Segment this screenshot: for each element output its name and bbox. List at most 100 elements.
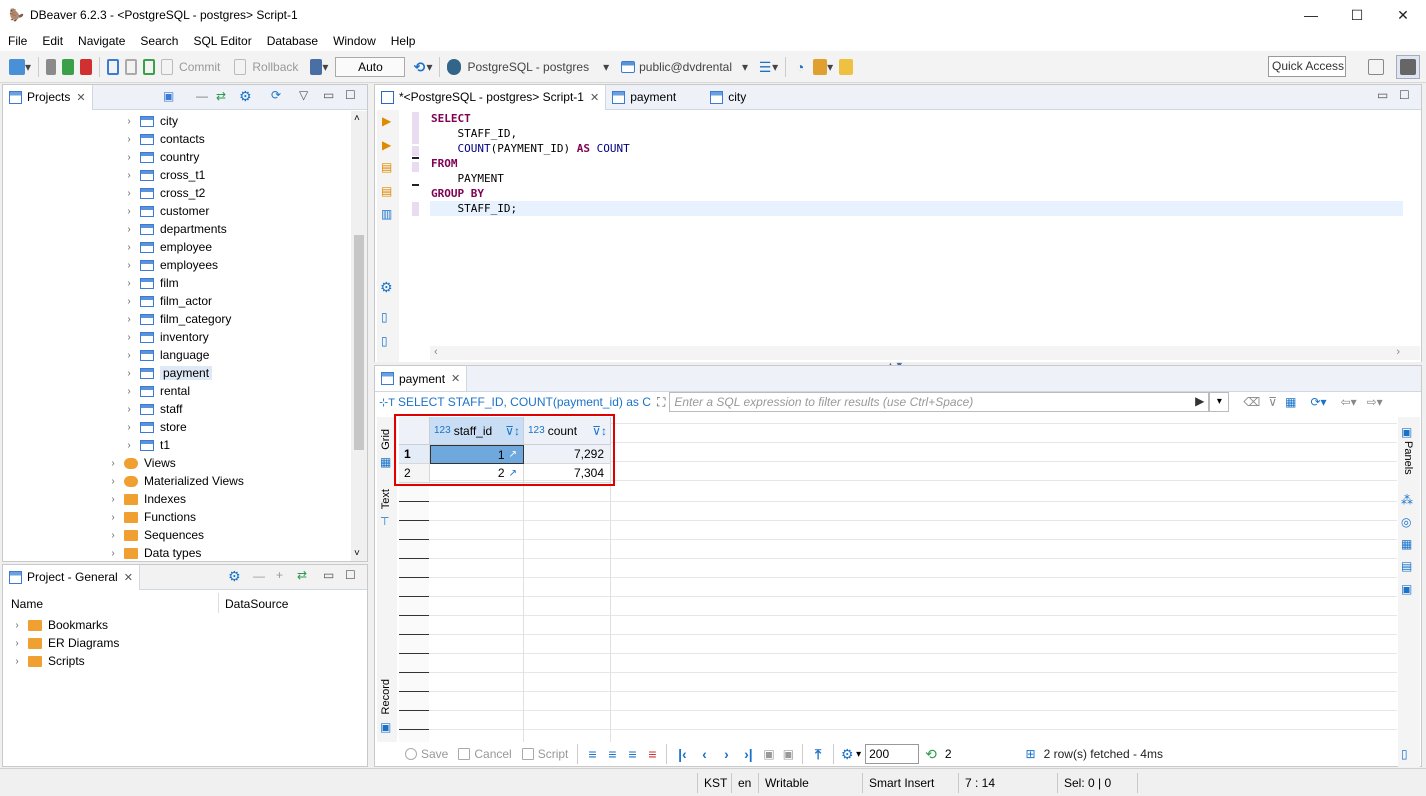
col-header-datasource[interactable]: DataSource (225, 597, 288, 611)
chevron-right-icon[interactable]: › (123, 422, 135, 433)
text-icon[interactable]: ⊤ (380, 515, 390, 528)
menu-edit[interactable]: Edit (34, 34, 70, 48)
chevron-right-icon[interactable]: › (123, 368, 135, 379)
scroll-down-icon[interactable]: ˅ (354, 548, 360, 559)
tree-item-er-diagrams[interactable]: › ER Diagrams (11, 634, 119, 652)
tree-item-views[interactable]: › Views (107, 454, 175, 472)
chevron-right-icon[interactable]: › (123, 242, 135, 253)
filter-icon[interactable]: ⊽ (1268, 395, 1277, 409)
grouping-icon[interactable]: ▤ (1401, 559, 1412, 573)
menu-help[interactable]: Help (383, 34, 423, 48)
gear-icon[interactable]: ⚙ (380, 279, 393, 296)
add-icon[interactable]: + (276, 568, 283, 582)
tree-item-indexes[interactable]: › Indexes (107, 490, 186, 508)
chevron-right-icon[interactable]: › (123, 224, 135, 235)
tree-item-film-actor[interactable]: › film_actor (123, 292, 212, 310)
chevron-right-icon[interactable]: › (123, 134, 135, 145)
invalidate-button[interactable] (59, 55, 77, 79)
tree-item-t1[interactable]: › t1 (123, 436, 170, 454)
chevron-right-icon[interactable]: › (123, 206, 135, 217)
transaction-isolation-button[interactable]: ▾ (307, 55, 331, 79)
fetch-size-input[interactable]: 200 (865, 744, 920, 764)
load-script-icon[interactable]: ▯ (381, 334, 388, 348)
chevron-right-icon[interactable]: › (11, 620, 23, 631)
tree-item-scripts[interactable]: › Scripts (11, 652, 84, 670)
add-row-icon[interactable]: ≡ (605, 747, 619, 761)
edit-cell-icon[interactable]: ≡ (585, 747, 599, 761)
minimize-panel-icon[interactable]: ▭ (1377, 88, 1388, 102)
connect-button[interactable] (43, 55, 59, 79)
tree-item-departments[interactable]: › departments (123, 220, 226, 238)
close-icon[interactable]: ✕ (124, 571, 133, 584)
tab-results-payment[interactable]: payment ✕ (375, 366, 468, 391)
tree-item-bookmarks[interactable]: › Bookmarks (11, 616, 108, 634)
minimize-panel-icon[interactable]: ▭ (323, 88, 334, 102)
references-icon[interactable]: ▣ (1401, 582, 1412, 596)
cancel-button[interactable]: Cancel (453, 747, 516, 761)
execute-script-icon[interactable]: ▤ (381, 160, 392, 174)
chevron-right-icon[interactable]: › (107, 530, 119, 541)
menu-database[interactable]: Database (259, 34, 325, 48)
tree-item-cross-t2[interactable]: › cross_t2 (123, 184, 205, 202)
refresh-icon[interactable]: ⟳ (271, 88, 281, 102)
execute-statement-icon[interactable]: ▶ (382, 114, 391, 128)
chevron-right-icon[interactable]: › (123, 386, 135, 397)
tab-projects[interactable]: Projects ✕ (3, 84, 93, 110)
maximize-panel-icon[interactable]: ☐ (345, 568, 356, 582)
chevron-right-icon[interactable]: › (11, 656, 23, 667)
close-button[interactable]: ✕ (1380, 0, 1426, 30)
execute-script-new-tab-icon[interactable]: ▤ (381, 184, 392, 198)
chevron-right-icon[interactable]: › (123, 314, 135, 325)
tree-item-sequences[interactable]: › Sequences (107, 526, 204, 544)
menu-file[interactable]: File (0, 34, 34, 48)
history-button[interactable]: ⟲ ▾ (409, 55, 435, 79)
panels-tab[interactable]: Panels (1402, 441, 1414, 475)
tree-item-city[interactable]: › city (123, 112, 178, 130)
dashboard-button[interactable]: ◔ (790, 55, 810, 79)
tree-item-rental[interactable]: › rental (123, 382, 190, 400)
col-header-name[interactable]: Name (11, 597, 43, 611)
export-icon[interactable]: ⤒ (811, 747, 825, 761)
link-editor-icon[interactable]: ⇄ (216, 89, 226, 103)
tree-item-store[interactable]: › store (123, 418, 186, 436)
smart-commit-button[interactable] (122, 55, 140, 79)
maximize-button[interactable]: ☐ (1334, 0, 1380, 30)
chevron-right-icon[interactable]: › (123, 260, 135, 271)
chevron-right-icon[interactable]: › (107, 548, 119, 559)
query-text[interactable]: SELECT STAFF_ID, COUNT(payment_id) as C (398, 395, 653, 409)
minimize-panel-icon[interactable]: ▭ (323, 568, 334, 582)
transaction-mode-button[interactable] (104, 55, 122, 79)
pointer-button[interactable] (836, 55, 856, 79)
expand-icon[interactable]: ⛶ (657, 395, 665, 410)
link-icon[interactable]: ⇄ (297, 568, 307, 582)
save-button[interactable]: Save (400, 747, 453, 761)
execute-in-new-tab-icon[interactable]: ▶ (382, 138, 391, 152)
filter-history-dropdown[interactable]: ▾ (1209, 392, 1230, 412)
chevron-right-icon[interactable]: › (123, 332, 135, 343)
layout-icon[interactable]: ▯ (1401, 747, 1408, 761)
tree-item-data-types[interactable]: › Data types (107, 544, 201, 562)
chevron-right-icon[interactable]: › (123, 296, 135, 307)
scroll-right-icon[interactable]: › (1396, 346, 1400, 358)
scroll-up-icon[interactable]: ˄ (354, 113, 360, 124)
chevron-right-icon[interactable]: › (107, 476, 119, 487)
chevron-right-icon[interactable]: › (123, 170, 135, 181)
gear-icon[interactable]: ⚙ (228, 568, 241, 585)
tree-item-contacts[interactable]: › contacts (123, 130, 204, 148)
menu-navigate[interactable]: Navigate (70, 34, 132, 48)
tab-city[interactable]: city (704, 85, 752, 110)
aggregate-icon[interactable]: ◎ (1401, 515, 1411, 529)
filter-input[interactable]: Enter a SQL expression to filter results… (674, 395, 973, 409)
fetch-next-icon[interactable]: ▣ (763, 747, 774, 761)
forward-icon[interactable]: ⇨▾ (1367, 395, 1383, 409)
fetch-all-icon[interactable]: ▣ (783, 747, 794, 761)
script-button[interactable]: Script (517, 747, 574, 761)
menu-sql-editor[interactable]: SQL Editor (185, 34, 258, 48)
open-perspective-button[interactable] (1365, 55, 1387, 79)
tree-item-language[interactable]: › language (123, 346, 209, 364)
chevron-right-icon[interactable]: › (123, 116, 135, 127)
tree-item-inventory[interactable]: › inventory (123, 328, 208, 346)
tree-item-film[interactable]: › film (123, 274, 178, 292)
outline-button[interactable]: ☰ ▾ (755, 55, 781, 79)
next-page-icon[interactable]: › (719, 747, 733, 761)
